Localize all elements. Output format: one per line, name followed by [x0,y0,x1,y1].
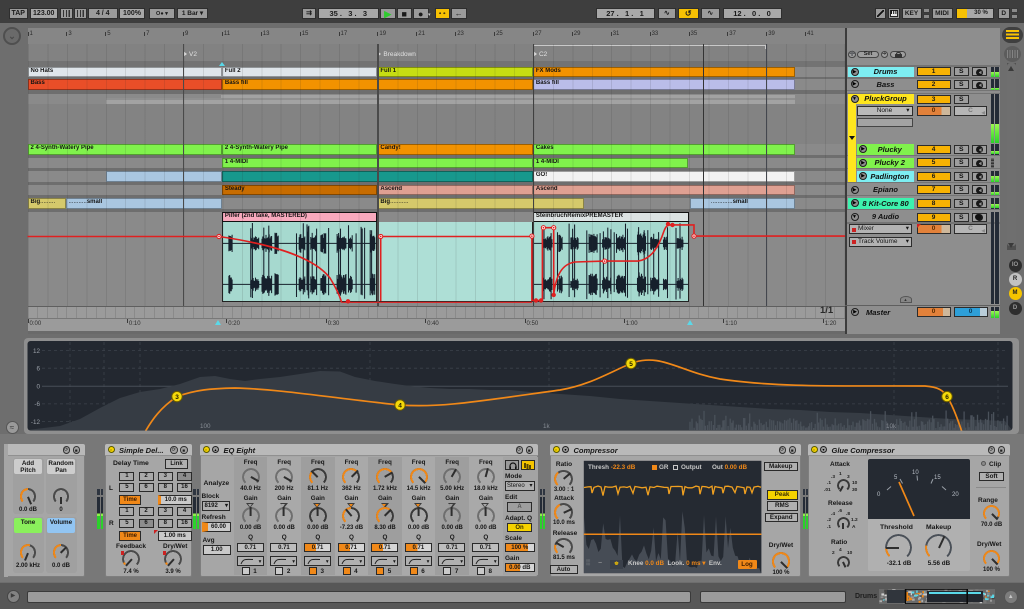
svg-text:5: 5 [894,475,898,481]
svg-text:0: 0 [877,492,881,498]
svg-text:15: 15 [934,475,941,481]
svg-text:20: 20 [952,492,959,498]
svg-text:10: 10 [912,470,919,476]
